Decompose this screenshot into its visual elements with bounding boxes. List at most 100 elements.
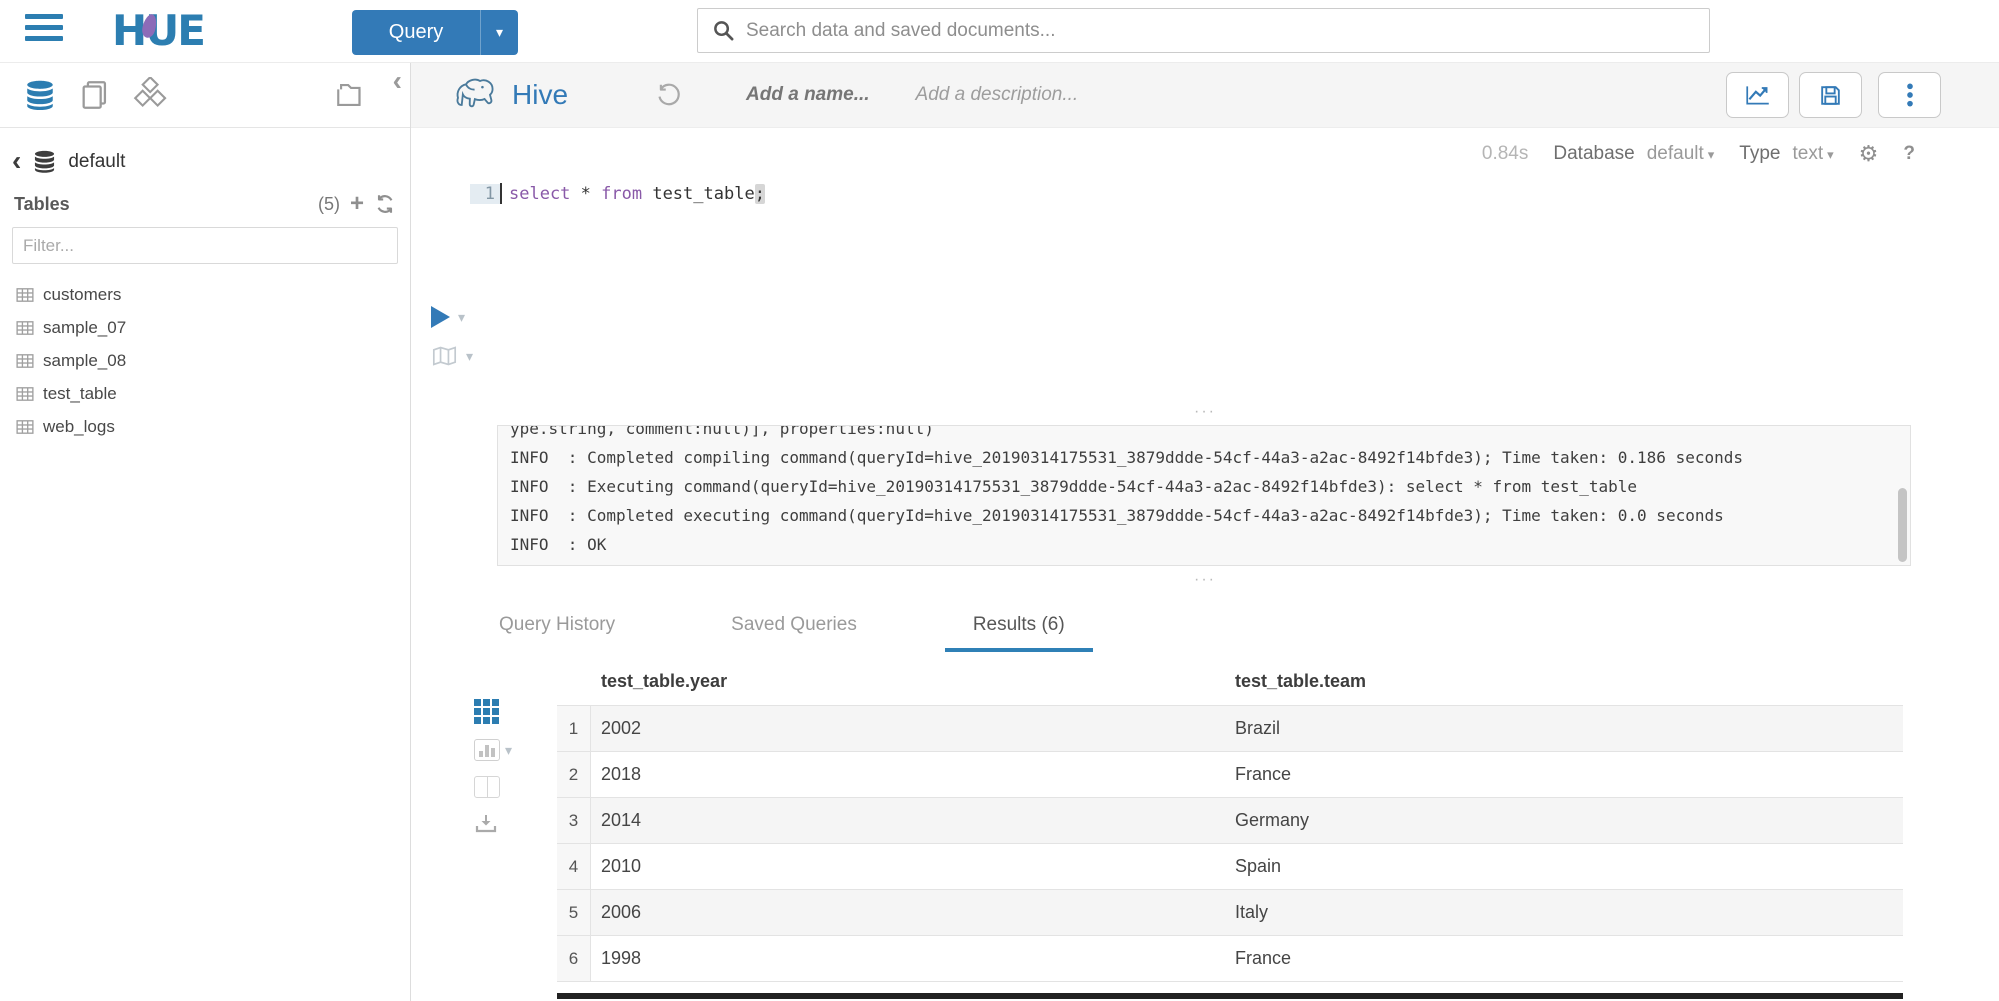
hue-logo[interactable]: HUE xyxy=(112,6,262,56)
cell-year: 2006 xyxy=(591,902,1235,923)
global-search xyxy=(697,8,1710,53)
chevron-down-icon: ▾ xyxy=(1827,147,1834,162)
text-cursor xyxy=(500,183,502,204)
tab-results[interactable]: Results (6) xyxy=(945,600,1093,652)
row-index: 3 xyxy=(557,798,591,843)
grid-view-icon[interactable] xyxy=(474,699,499,724)
table-list-item[interactable]: web_logs xyxy=(0,410,410,443)
engine-title: Hive xyxy=(512,79,568,111)
query-name-placeholder[interactable]: Add a name... xyxy=(746,84,870,106)
results-toolbar: ▾ xyxy=(474,699,514,850)
download-icon[interactable] xyxy=(474,813,498,835)
collapse-panel-icon[interactable]: ‹ xyxy=(393,67,402,95)
log-scrollbar-thumb[interactable] xyxy=(1898,488,1907,562)
cell-team: Italy xyxy=(1235,902,1903,923)
header-actions xyxy=(1726,72,1999,118)
hue-app: HUE Query ▾ xyxy=(0,0,1999,1001)
hamburger-menu-icon[interactable] xyxy=(25,14,63,48)
log-line: INFO : OK xyxy=(510,530,1898,559)
add-table-icon[interactable]: + xyxy=(350,194,364,213)
table-list-item[interactable]: customers xyxy=(0,278,410,311)
chart-options-caret[interactable]: ▾ xyxy=(505,742,512,759)
log-line: ype.string, comment:null)], properties:n… xyxy=(510,425,1898,443)
type-dropdown[interactable]: Type text▾ xyxy=(1739,143,1833,165)
explain-map-icon[interactable] xyxy=(431,344,458,368)
row-index: 5 xyxy=(557,890,591,935)
sql-editor[interactable]: 1select * from test_table; xyxy=(470,183,1999,408)
snippet-status-bar: 0.84s Database default▾ Type text▾ ⚙ ? xyxy=(411,141,1915,167)
log-line: INFO : Executing command(queryId=hive_20… xyxy=(510,472,1898,501)
search-input[interactable] xyxy=(697,8,1710,53)
type-value: text xyxy=(1793,143,1824,164)
type-label: Type xyxy=(1739,143,1780,165)
cell-team: Brazil xyxy=(1235,718,1903,739)
database-dropdown[interactable]: Database default▾ xyxy=(1553,143,1714,165)
resize-handle[interactable]: ··· xyxy=(411,575,1999,585)
results-table: 1 2002 Brazil 2 2018 France 3 2014 Germa… xyxy=(557,705,1903,982)
documents-tab-icon[interactable] xyxy=(78,78,112,112)
table-row: 4 2010 Spain xyxy=(557,844,1903,890)
table-list: customers sample_07 sample_08 test_table… xyxy=(0,270,410,443)
explain-options-caret[interactable]: ▾ xyxy=(466,348,473,365)
column-header-team: test_table.team xyxy=(1235,671,1366,692)
settings-gear-icon[interactable]: ⚙ xyxy=(1859,141,1879,167)
search-icon xyxy=(712,19,735,42)
execute-rail: ▾ ▾ xyxy=(431,306,473,384)
table-name: test_table xyxy=(43,384,117,404)
execute-options-caret[interactable]: ▾ xyxy=(458,309,465,326)
table-list-item[interactable]: test_table xyxy=(0,377,410,410)
cell-year: 2014 xyxy=(591,810,1235,831)
tab-saved-queries[interactable]: Saved Queries xyxy=(703,600,885,652)
top-bar: HUE Query ▾ xyxy=(0,0,1999,63)
table-row: 2 2018 France xyxy=(557,752,1903,798)
database-icon xyxy=(31,148,58,175)
chart-button[interactable] xyxy=(1726,72,1789,118)
more-actions-button[interactable] xyxy=(1878,72,1941,118)
execution-time: 0.84s xyxy=(1482,143,1528,165)
horizontal-scrollbar[interactable] xyxy=(557,993,1903,999)
table-row: 3 2014 Germany xyxy=(557,798,1903,844)
query-history-icon[interactable] xyxy=(656,82,682,108)
refresh-icon[interactable] xyxy=(374,193,396,215)
current-database-name[interactable]: default xyxy=(68,151,125,173)
chart-view-icon[interactable] xyxy=(474,739,500,761)
databases-tab-icon[interactable] xyxy=(22,77,58,113)
log-line: INFO : Completed compiling command(query… xyxy=(510,443,1898,472)
resize-handle[interactable]: ··· xyxy=(411,407,1999,417)
tables-header: Tables (5) + xyxy=(0,175,410,215)
execute-button[interactable] xyxy=(431,306,450,328)
help-icon[interactable]: ? xyxy=(1903,143,1915,165)
sql-keyword: select xyxy=(509,184,570,204)
sql-semicolon: ; xyxy=(755,184,765,204)
cell-year: 2010 xyxy=(591,856,1235,877)
tables-label: Tables xyxy=(14,194,70,215)
log-line: INFO : Completed executing command(query… xyxy=(510,501,1898,530)
save-button[interactable] xyxy=(1799,72,1862,118)
query-description-placeholder[interactable]: Add a description... xyxy=(916,84,1079,106)
shared-folder-icon[interactable] xyxy=(334,78,368,112)
cell-team: France xyxy=(1235,948,1903,969)
table-list-item[interactable]: sample_07 xyxy=(0,311,410,344)
query-dropdown-caret[interactable]: ▾ xyxy=(481,10,518,55)
editor-main: Hive Add a name... Add a description... … xyxy=(411,63,1999,1001)
results-section: test_table.year test_table.team ▾ xyxy=(411,663,1999,1001)
column-header-year: test_table.year xyxy=(601,671,727,692)
tab-query-history[interactable]: Query History xyxy=(471,600,643,652)
row-index: 6 xyxy=(557,936,591,981)
columns-view-icon[interactable] xyxy=(474,776,500,798)
cell-team: Spain xyxy=(1235,856,1903,877)
table-list-item[interactable]: sample_08 xyxy=(0,344,410,377)
apps-cubes-tab-icon[interactable] xyxy=(132,77,168,113)
sql-keyword: from xyxy=(601,184,642,204)
table-name: sample_08 xyxy=(43,351,126,371)
query-button[interactable]: Query ▾ xyxy=(352,10,518,55)
tables-count: (5) xyxy=(318,194,340,215)
table-name: sample_07 xyxy=(43,318,126,338)
hue-logo-text: HUE xyxy=(112,6,262,55)
back-chevron-icon[interactable]: ‹ xyxy=(12,150,21,172)
table-filter-input[interactable] xyxy=(12,227,398,264)
database-label: Database xyxy=(1553,143,1634,165)
execution-log-panel: ype.string, comment:null)], properties:n… xyxy=(497,425,1911,566)
query-button-label: Query xyxy=(352,10,480,55)
cell-year: 2002 xyxy=(591,718,1235,739)
